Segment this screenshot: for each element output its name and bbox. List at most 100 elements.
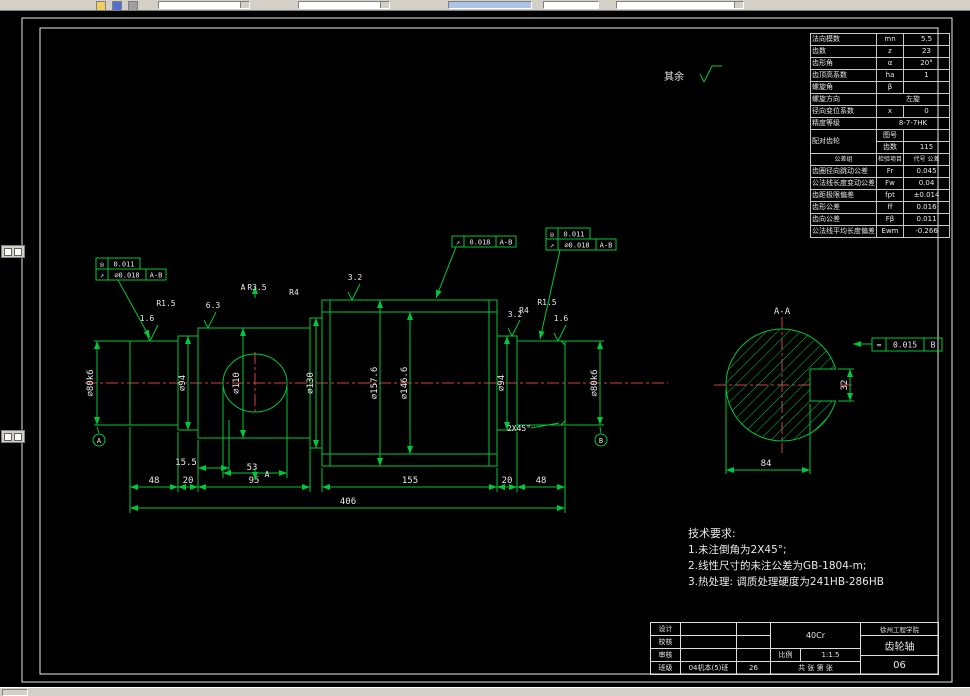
param-symbol: Fβ	[875, 213, 905, 226]
param-row: 精度等级 8-7-7HK	[810, 117, 951, 130]
param-row: 齿数 z 23	[810, 45, 951, 58]
status-bar	[0, 687, 970, 696]
radius-label: R4	[289, 288, 299, 297]
roughness-icon	[553, 324, 567, 342]
param-symbol: Fr	[875, 165, 905, 178]
floating-artifact[interactable]	[1, 245, 25, 258]
section-arrow-label: A	[265, 470, 270, 479]
param-value	[903, 81, 951, 94]
gdt-value: 0.015	[893, 341, 917, 350]
toolbar-icon[interactable]	[112, 1, 122, 11]
param-row: 配对齿轮 图号	[810, 129, 951, 154]
param-symbol: z	[875, 45, 905, 58]
param-symbol: ha	[875, 69, 905, 82]
param-value: 0.045	[903, 165, 951, 178]
gdt-value: ⌀0.018	[114, 272, 139, 280]
gdt-value: 0.011	[113, 261, 134, 269]
toolbar-icon[interactable]	[128, 1, 138, 11]
param-row: 螺旋角 β	[810, 81, 951, 94]
gdt-datum-ref: A-B	[600, 242, 613, 250]
dim-label: 48	[149, 476, 160, 486]
param-label: 径向变位系数	[810, 105, 877, 118]
title-cell	[681, 623, 737, 636]
surplus-label: 其余	[664, 70, 684, 83]
dim-label: ⌀94	[178, 375, 188, 391]
section-arrow-label: A	[241, 283, 246, 292]
chevron-down-icon[interactable]	[380, 2, 389, 8]
param-label: 齿圈径向跳动公差	[810, 165, 877, 178]
gdt-value: ⌀0.018	[564, 242, 589, 250]
title-row-label: 设计	[651, 623, 681, 636]
param-row: 公差组 检验项目 代号 公差	[810, 153, 951, 166]
student-no: 26	[737, 662, 771, 675]
dim-label: ⌀110	[232, 372, 242, 394]
gdt-symbol: ↗	[550, 242, 554, 250]
color-combo[interactable]	[298, 1, 390, 9]
param-label: 法向模数	[810, 33, 877, 46]
param-value: 8-7-7HK	[875, 117, 951, 130]
material: 40Cr	[771, 623, 861, 649]
scale-label: 比例	[771, 649, 801, 662]
dim-label: ⌀146.6	[400, 367, 410, 400]
roughness-icon	[347, 283, 361, 301]
param-row: 螺旋方向 左旋	[810, 93, 951, 106]
sheet-info: 共 张 第 张	[771, 662, 861, 675]
param-row: 法向模数 mn 5.5	[810, 33, 951, 46]
dim-label: 48	[536, 476, 547, 486]
param-symbol: α	[875, 57, 905, 70]
top-toolbar	[0, 0, 970, 11]
title-block: 设计 校核 审核 班级 04机本(5)班 26 40Cr 比例 1:1.5 共 …	[650, 622, 939, 675]
chevron-down-icon[interactable]	[734, 2, 743, 8]
drawing-number: 06	[861, 656, 939, 675]
param-label: 精度等级	[810, 117, 877, 130]
dim-label: 406	[340, 497, 356, 507]
floating-artifact[interactable]	[1, 430, 25, 443]
param-label: 螺旋角	[810, 81, 877, 94]
dim-label: 20	[183, 476, 194, 486]
param-value: 0.016	[903, 201, 951, 214]
param-label: 齿数	[810, 45, 877, 58]
param-label: 齿形角	[810, 57, 877, 70]
gdt-datum-ref: A-B	[150, 272, 163, 280]
radius-label: R1.5	[156, 299, 175, 308]
linetype-combo[interactable]	[448, 1, 532, 9]
param-label: 齿形公差	[810, 201, 877, 214]
roughness-label: 6.3	[206, 301, 221, 310]
param-label: 公法线长度变动公差	[810, 177, 877, 190]
param-symbol: 齿数	[875, 141, 905, 154]
gdt-symbol: ↗	[456, 239, 460, 247]
dim-label: 53	[247, 463, 258, 473]
gdt-symbol: ◎	[100, 261, 105, 269]
scale-value: 1:1.5	[801, 649, 861, 662]
param-row: 齿距极限偏差 fpt ±0.014	[810, 189, 951, 202]
cad-window: ⌀80k6 ⌀94 ⌀110 ⌀130 ⌀157.6 ⌀146.6 ⌀94 ⌀8…	[0, 0, 970, 696]
param-label: 公法线平均长度偏差	[810, 225, 877, 238]
dim-label: ⌀157.6	[370, 367, 380, 400]
roughness-label: 3.2	[348, 273, 363, 282]
gdt-datum-ref: B	[931, 341, 936, 350]
gdt-datum-ref: A-B	[500, 239, 513, 247]
gdt-symbol: =	[877, 341, 882, 350]
radius-label: R3.5	[247, 283, 266, 292]
toolbar-icon[interactable]	[96, 1, 106, 11]
param-value: 0.011	[903, 213, 951, 226]
tech-req-title: 技术要求:	[688, 527, 736, 540]
surface-annotations: R1.5 R3.5 R4 R4 R1.5 6.3 3.2 3.2 1.6 1.6…	[140, 65, 722, 433]
param-symbol: Fw	[875, 177, 905, 190]
param-value: 0	[903, 105, 951, 118]
layer-combo[interactable]	[158, 1, 250, 9]
part-name: 齿轮轴	[861, 636, 939, 656]
tech-req-line: 1.未注倒角为2X45°;	[688, 544, 787, 556]
param-value: 1	[903, 69, 951, 82]
style-combo[interactable]	[616, 1, 744, 9]
gdt-frames: ◎ 0.011 ↗ ⌀0.018 A-B ↗ 0.018 A-B ◎ 0.011…	[95, 227, 617, 340]
chevron-down-icon[interactable]	[240, 2, 249, 8]
title-cell	[737, 636, 771, 649]
dim-label: 20	[502, 476, 513, 486]
lineweight-combo[interactable]	[543, 1, 599, 9]
dim-label: ⌀80k6	[590, 369, 600, 396]
roughness-label: 3.2	[508, 310, 523, 319]
datum-label: B	[599, 437, 603, 445]
chamfer-label: 2X45°	[507, 424, 531, 433]
roughness-label: 1.6	[554, 314, 569, 323]
